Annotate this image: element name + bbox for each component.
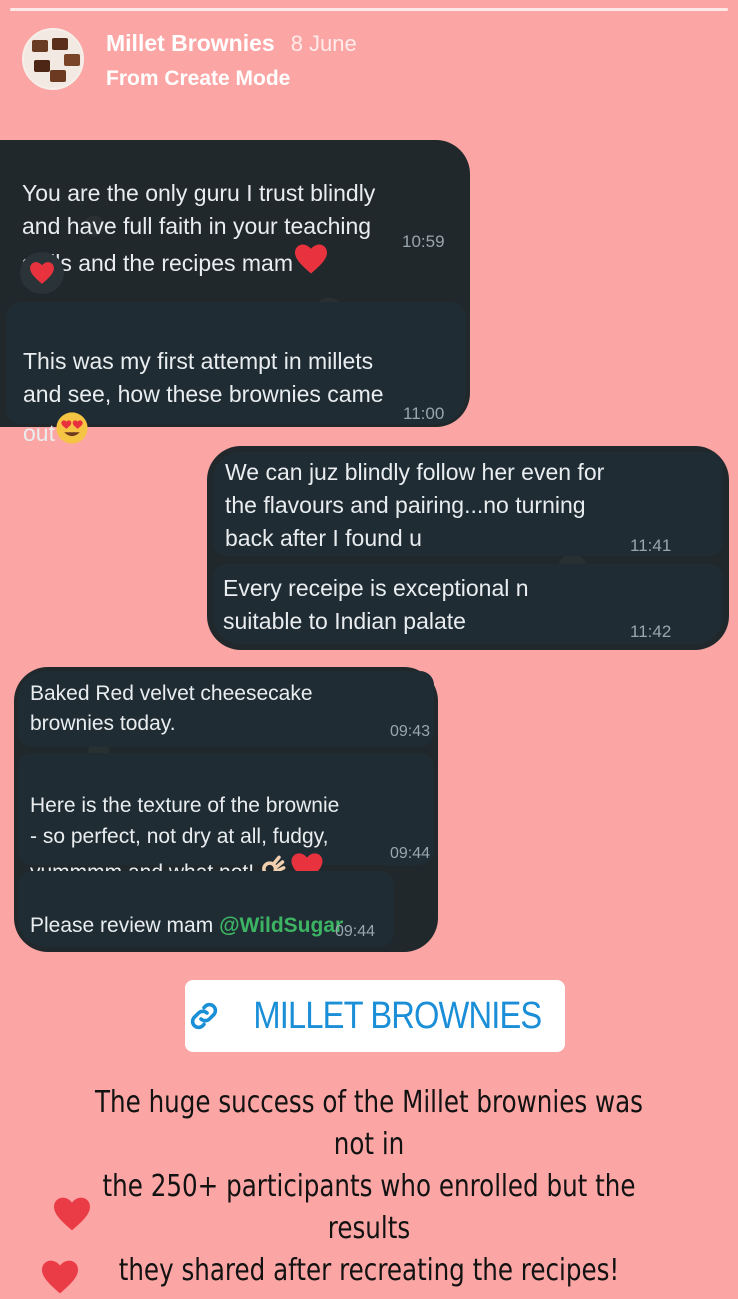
story-progress-bar bbox=[10, 8, 728, 11]
floating-heart-icon bbox=[42, 1260, 78, 1294]
message-text: Please review mam bbox=[30, 914, 220, 937]
chat-message: Please review mam @WildSugar 09:44 bbox=[18, 871, 394, 947]
link-icon bbox=[190, 1002, 217, 1030]
message-text: We can juz blindly follow her even for t… bbox=[225, 459, 605, 551]
chat-message: We can juz blindly follow her even for t… bbox=[213, 452, 723, 556]
message-text: Every receipe is exceptional n suitable … bbox=[223, 575, 529, 634]
message-text: Baked Red velvet cheesecake brownies tod… bbox=[30, 682, 313, 735]
link-sticker[interactable]: MILLET BROWNIES bbox=[185, 980, 565, 1052]
avatar[interactable] bbox=[22, 28, 84, 90]
message-time: 09:44 bbox=[335, 923, 376, 940]
account-name[interactable]: Millet Brownies bbox=[106, 30, 275, 57]
floating-heart-icon bbox=[54, 1197, 90, 1231]
chat-message: Every receipe is exceptional n suitable … bbox=[213, 564, 723, 644]
chat-screenshot-2: We can juz blindly follow her even for t… bbox=[207, 446, 729, 650]
chat-message: Here is the texture of the brownie - so … bbox=[18, 753, 434, 884]
heart-emoji-icon bbox=[295, 244, 327, 274]
story-source: From Create Mode bbox=[106, 67, 291, 90]
message-time: 11:41 bbox=[630, 536, 672, 555]
story-caption: The huge success of the Millet brownies … bbox=[95, 1085, 643, 1288]
message-time: 09:43 bbox=[390, 723, 431, 740]
chat-message: Baked Red velvet cheesecake brownies tod… bbox=[18, 671, 434, 747]
message-time: 09:44 bbox=[390, 845, 431, 862]
heart-eyes-emoji-icon bbox=[56, 412, 88, 444]
chat-screenshot-3: Baked Red velvet cheesecake brownies tod… bbox=[14, 667, 438, 952]
message-time: 10:59 bbox=[402, 232, 445, 251]
chat-message: You are the only guru I trust blindly an… bbox=[0, 140, 468, 276]
story-header: Millet Brownies 8 June From Create Mode bbox=[22, 28, 357, 91]
mention-link[interactable]: @WildSugar bbox=[219, 914, 343, 937]
link-sticker-label[interactable]: MILLET BROWNIES bbox=[253, 995, 542, 1038]
message-time: 11:42 bbox=[630, 622, 672, 641]
reaction-badge[interactable] bbox=[20, 252, 64, 294]
heart-reaction-icon bbox=[30, 262, 54, 284]
story-date: 8 June bbox=[290, 31, 357, 56]
chat-message: This was my first attempt in millets and… bbox=[6, 302, 466, 446]
chat-screenshot-1: You are the only guru I trust blindly an… bbox=[0, 140, 470, 446]
message-time: 11:00 bbox=[403, 404, 445, 423]
